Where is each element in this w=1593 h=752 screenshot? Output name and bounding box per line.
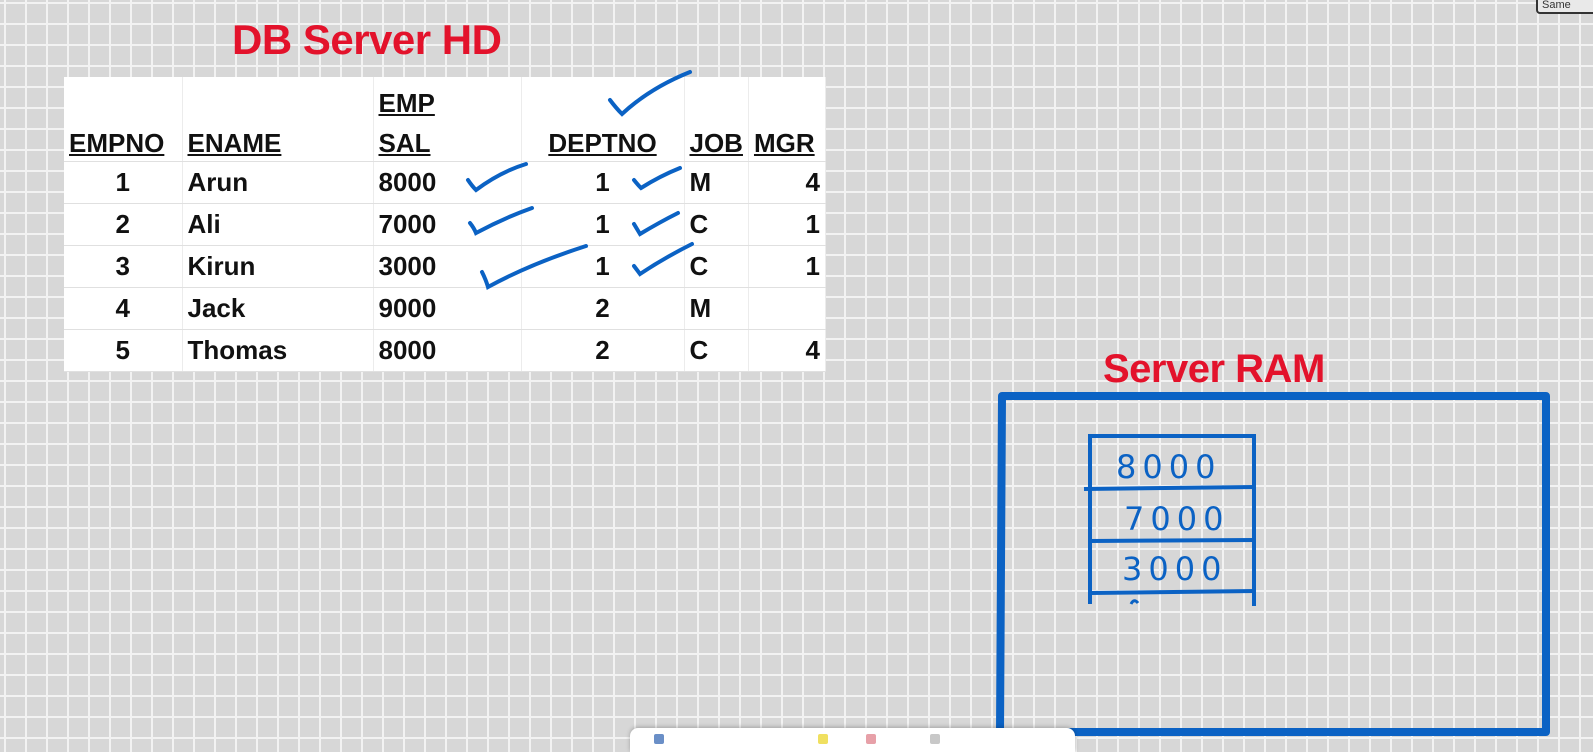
top-cell: [64, 77, 183, 119]
cell-deptno: 2: [521, 329, 685, 372]
table-row: 1 Arun 8000 1 M 4: [64, 161, 826, 204]
top-cell: [684, 77, 749, 119]
db-server-hd-title: DB Server HD: [232, 16, 502, 63]
table-top-row: EMP: [64, 77, 826, 119]
cell-ename: Arun: [182, 161, 374, 204]
cell-deptno: 1: [521, 161, 685, 204]
cell-mgr: [748, 287, 826, 330]
cell-deptno: 2: [521, 287, 685, 330]
top-cell: [521, 77, 685, 119]
cell-empno: 2: [64, 203, 183, 246]
cell-job: M: [684, 161, 749, 204]
cell-job: C: [684, 329, 749, 372]
header-empno: EMPNO: [64, 119, 183, 162]
server-ram-box: [996, 392, 1550, 736]
emp-table: EMP EMPNO ENAME SAL DEPTNO JOB MGR 1 Aru…: [64, 77, 826, 372]
memory-stack-divider: [1089, 538, 1256, 543]
cell-ename: Thomas: [182, 329, 374, 372]
cell-deptno: 1: [521, 203, 685, 246]
cell-job: M: [684, 287, 749, 330]
table-row: 3 Kirun 3000 1 C 1: [64, 245, 826, 288]
table-row: 2 Ali 7000 1 C 1: [64, 203, 826, 246]
cell-empno: 3: [64, 245, 183, 288]
header-ename: ENAME: [182, 119, 374, 162]
highlighter-tool-icon[interactable]: [818, 734, 828, 744]
header-sal: SAL: [373, 119, 522, 162]
header-job: JOB: [684, 119, 749, 162]
table-header-row: EMPNO ENAME SAL DEPTNO JOB MGR: [64, 119, 826, 162]
server-ram-title: Server RAM: [1103, 347, 1325, 391]
cell-ename: Jack: [182, 287, 374, 330]
eraser-tool-icon[interactable]: [866, 734, 876, 744]
cell-job: C: [684, 203, 749, 246]
cell-mgr: 1: [748, 245, 826, 288]
ram-partial-entry-mark: [1129, 599, 1140, 605]
cell-mgr: 4: [748, 329, 826, 372]
lasso-tool-icon[interactable]: [930, 734, 940, 744]
ram-value-7000: 7000: [1124, 500, 1229, 538]
header-mgr: MGR: [748, 119, 826, 162]
cell-ename: Kirun: [182, 245, 374, 288]
cell-job: C: [684, 245, 749, 288]
ram-value-3000: 3000: [1122, 550, 1227, 588]
table-row: 5 Thomas 8000 2 C 4: [64, 329, 826, 372]
cell-deptno: 1: [521, 245, 685, 288]
memory-stack-divider: [1083, 485, 1256, 491]
cell-empno: 5: [64, 329, 183, 372]
memory-stack-divider: [1089, 589, 1256, 595]
cell-sal: 3000: [373, 245, 522, 288]
table-row: 4 Jack 9000 2 M: [64, 287, 826, 330]
cell-sal: 9000: [373, 287, 522, 330]
cell-empno: 4: [64, 287, 183, 330]
top-cell: [748, 77, 826, 119]
ram-value-8000: 8000: [1116, 448, 1221, 486]
drawing-toolbar[interactable]: [630, 728, 1075, 752]
cell-empno: 1: [64, 161, 183, 204]
cell-mgr: 1: [748, 203, 826, 246]
top-cell-emp: EMP: [373, 77, 522, 119]
cell-mgr: 4: [748, 161, 826, 204]
cell-ename: Ali: [182, 203, 374, 246]
top-cell: [182, 77, 374, 119]
cell-sal: 8000: [373, 329, 522, 372]
pen-tool-icon[interactable]: [654, 734, 664, 744]
header-deptno: DEPTNO: [521, 119, 685, 162]
cell-sal: 8000: [373, 161, 522, 204]
cell-sal: 7000: [373, 203, 522, 246]
corner-tab[interactable]: Same: [1536, 0, 1593, 14]
memory-stack-outline: [1088, 434, 1256, 606]
